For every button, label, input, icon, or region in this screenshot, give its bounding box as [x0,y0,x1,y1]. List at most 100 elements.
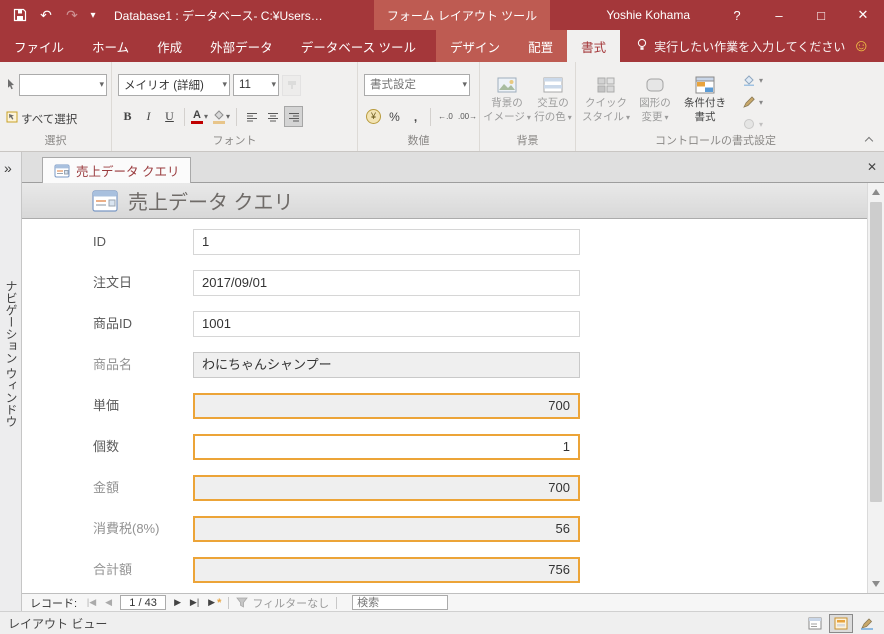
number-format-input[interactable] [365,75,469,95]
current-record-box[interactable]: 1 / 43 [120,595,167,610]
maximize-button[interactable]: □ [800,0,842,30]
number-format-combobox[interactable]: ▾ [364,74,470,96]
field-label: 個数 [93,439,120,454]
chevron-down-icon: ▾ [759,119,764,129]
font-color-button[interactable]: A ▾ [190,106,209,127]
field-input-unit-price[interactable]: 700 [193,393,580,419]
bold-button[interactable]: B [118,106,137,127]
align-right-button[interactable] [284,106,304,127]
document-tab-title: 売上データ クエリ [76,165,180,179]
expand-nav-pane-button[interactable]: » [4,160,12,176]
group-label-number: 数値 [407,135,430,147]
group-label-background: 背景 [516,135,539,147]
previous-record-button[interactable]: ◀ [100,597,117,608]
help-button[interactable]: ? [716,0,758,30]
tab-format[interactable]: 書式 [567,30,621,62]
tab-file[interactable]: ファイル [0,30,78,62]
form-body: ID 1 注文日 2017/09/01 商品ID 1001 商品名 わにちゃんシ… [22,219,867,593]
vertical-scrollbar[interactable] [867,183,884,593]
ribbon-tab-row: ファイル ホーム 作成 外部データ データベース ツール デザイン 配置 書式 … [0,30,884,62]
form-field-row: 商品名 わにちゃんシャンプー [22,352,867,378]
field-label: ID [93,234,106,249]
alternate-row-color-button[interactable]: 交互の 行の色 ▾ [530,70,576,138]
currency-format-button[interactable]: ¥ [364,106,383,127]
field-label: 消費税(8%) [93,521,160,536]
document-tab[interactable]: 売上データ クエリ [42,157,192,183]
font-name-input[interactable] [119,75,229,95]
nav-pane-title[interactable]: ナビゲーション ウィンドウ [3,280,20,427]
form-field-row: 単価 700 [22,393,867,419]
shape-outline-button[interactable]: ▾ [738,92,767,112]
underline-button[interactable]: U [160,106,179,127]
field-input-product-id[interactable]: 1001 [193,311,580,337]
tab-design[interactable]: デザイン [436,30,514,62]
tab-database-tools[interactable]: データベース ツール [287,30,430,62]
user-name[interactable]: Yoshie Kohama [606,8,690,22]
scroll-up-icon[interactable] [872,189,880,195]
change-shape-button[interactable]: 図形の 変更 ▾ [632,70,678,138]
field-input-quantity[interactable]: 1 [193,434,580,460]
align-left-icon [246,112,257,121]
field-input-total[interactable]: 756 [193,557,580,583]
select-all-button[interactable]: すべて選択 [20,108,78,129]
tab-create[interactable]: 作成 [143,30,196,62]
align-center-button[interactable] [263,106,282,127]
format-painter-icon[interactable] [282,74,301,96]
chevron-down-icon: ▾ [664,112,669,122]
font-size-combobox[interactable]: ▾ [233,74,279,96]
first-record-button[interactable]: |◀ [83,597,100,608]
tab-arrange[interactable]: 配置 [514,30,567,62]
tell-me-box[interactable]: 実行したい作業を入力してください [636,30,845,62]
tab-home[interactable]: ホーム [78,30,143,62]
comma-format-button[interactable]: , [406,106,425,127]
field-input-product-name[interactable]: わにちゃんシャンプー [193,352,580,378]
conditional-formatting-button[interactable]: 条件付き 書式 [678,70,732,138]
scroll-down-icon[interactable] [872,581,880,587]
scrollbar-thumb[interactable] [870,202,882,502]
shape-fill-icon [744,75,754,86]
close-button[interactable]: ✕ [842,0,884,30]
record-search-input[interactable] [352,595,449,610]
tab-external-data[interactable]: 外部データ [196,30,287,62]
object-selector-combobox[interactable]: ▾ [19,74,107,96]
fill-color-button[interactable]: ▾ [211,106,231,127]
font-name-combobox[interactable]: ▾ [118,74,230,96]
minimize-button[interactable]: – [758,0,800,30]
field-input-amount[interactable]: 700 [193,475,580,501]
filter-status[interactable]: フィルターなし [252,595,329,611]
layout-view-button[interactable] [829,613,853,633]
field-input-tax[interactable]: 56 [193,516,580,542]
shape-fill-button[interactable]: ▾ [738,70,767,90]
shape-effects-button[interactable]: ▾ [738,114,767,134]
quick-styles-button[interactable]: クイック スタイル ▾ [580,70,632,138]
align-left-button[interactable] [242,106,261,127]
field-label: 注文日 [93,275,133,290]
decrease-decimal-button[interactable]: .00→ [457,106,478,127]
object-select-icon [6,78,16,93]
ribbon-group-background: 背景の イメージ ▾ 交互の 行の色 ▾ 背景 [480,62,576,151]
undo-button[interactable]: ↶ [34,3,58,27]
next-record-button[interactable]: ▶ [169,597,186,608]
document-close-icon[interactable]: ✕ [867,160,877,174]
increase-decimal-button[interactable]: ←.0 [436,106,455,127]
qat-customize-button[interactable]: ▾ [86,3,100,27]
field-input-order-date[interactable]: 2017/09/01 [193,270,580,296]
form-view-button[interactable] [803,614,827,633]
italic-button[interactable]: I [139,106,158,127]
alternate-row-color-icon [543,77,563,93]
collapse-ribbon-icon[interactable] [864,135,874,143]
object-selector-input[interactable] [20,75,106,95]
form-field-row: 消費税(8%) 56 [22,516,867,542]
field-input-id[interactable]: 1 [193,229,580,255]
form-header: 売上データ クエリ [22,183,867,219]
background-image-button[interactable]: 背景の イメージ ▾ [483,70,531,138]
design-view-button[interactable] [855,614,879,633]
chevron-down-icon: ▾ [222,79,227,89]
last-record-button[interactable]: ▶| [186,597,203,608]
save-icon[interactable] [8,3,32,27]
feedback-smiley-icon[interactable]: ☺ [853,30,870,62]
conditional-formatting-icon [695,76,715,94]
percent-format-button[interactable]: % [385,106,404,127]
form-icon [92,189,118,212]
redo-button[interactable]: ↷ [60,3,84,27]
